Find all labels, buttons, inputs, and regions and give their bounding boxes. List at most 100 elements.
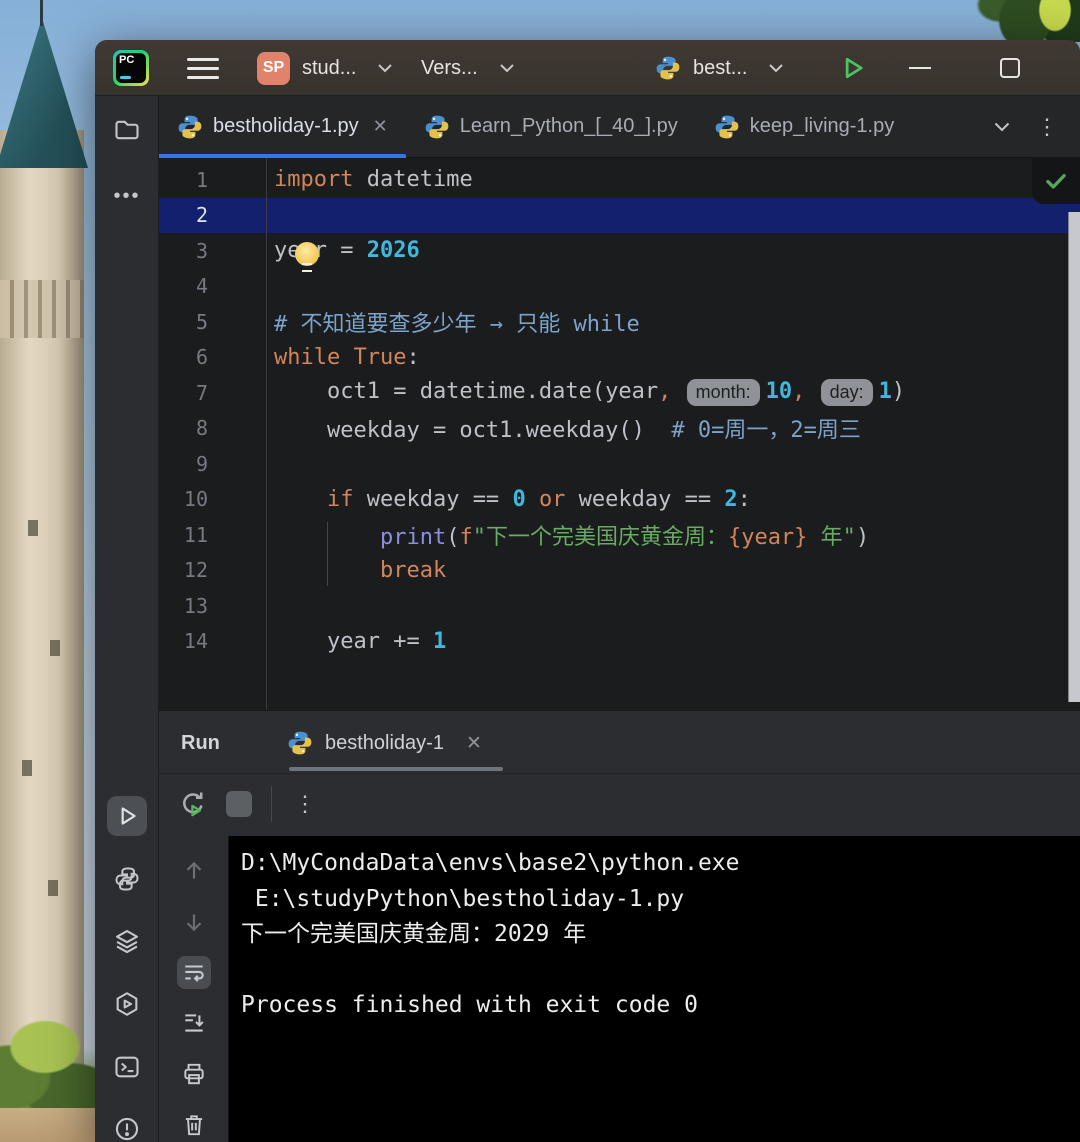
tab-label: keep_living-1.py	[749, 115, 895, 137]
console-region: D:\MyCondaData\envs\base2\python.exe E:\…	[159, 836, 1080, 1142]
code-text[interactable]: print(f"下一个完美国庆黄金周：{year} 年")	[266, 519, 869, 551]
line-number[interactable]: 7	[159, 381, 266, 405]
scroll-up-button[interactable]	[177, 854, 211, 888]
code-line: 9	[159, 446, 1080, 482]
soft-wrap-button[interactable]	[176, 955, 211, 990]
clear-all-button[interactable]	[177, 1108, 211, 1142]
line-number[interactable]: 5	[159, 310, 266, 334]
run-button[interactable]	[823, 40, 883, 96]
code-line: 14 year += 1	[159, 624, 1080, 660]
code-editor[interactable]: 1 import datetime 2 3 year = 2026 4 5 # 不知道要查多少…	[159, 158, 1080, 710]
code-line: 8 weekday = oct1.weekday() # 0=周一，2=周三	[159, 411, 1080, 447]
inspection-widget[interactable]	[1032, 158, 1080, 204]
title-bar: PC SP stud... Vers... best...	[95, 40, 1080, 96]
editor-tab-2[interactable]: keep_living-1.py	[696, 96, 913, 157]
console-output[interactable]: D:\MyCondaData\envs\base2\python.exe E:\…	[229, 836, 1080, 1142]
inlay-hint: day:	[820, 379, 873, 407]
castle-window	[50, 640, 60, 656]
code-text[interactable]: year = 2026	[266, 238, 420, 263]
vcs-selector[interactable]: Vers...	[421, 40, 514, 96]
line-number[interactable]: 6	[159, 345, 266, 369]
intention-bulb-icon[interactable]	[295, 242, 319, 272]
stop-button[interactable]	[223, 788, 255, 820]
python-icon	[177, 114, 203, 140]
vcs-label: Vers...	[421, 56, 478, 79]
line-number[interactable]: 11	[159, 523, 266, 547]
tab-options-kebab-icon[interactable]: ⋮	[1036, 114, 1058, 140]
rerun-button[interactable]	[177, 788, 209, 820]
run-config-name: best...	[693, 56, 748, 79]
line-number[interactable]: 10	[159, 487, 266, 511]
console-line: 下一个完美国庆黄金周：2029 年	[241, 921, 587, 948]
minimize-button[interactable]	[890, 40, 950, 96]
scroll-to-end-button[interactable]	[177, 1006, 211, 1040]
run-tab-indicator	[289, 767, 503, 771]
line-number[interactable]: 9	[159, 452, 266, 476]
chevron-down-icon	[499, 63, 514, 73]
line-number[interactable]: 3	[159, 239, 266, 263]
main-menu-button[interactable]	[187, 40, 219, 96]
castle-window	[22, 760, 32, 776]
code-text[interactable]: year += 1	[266, 629, 446, 654]
python-icon	[714, 114, 740, 140]
code-text[interactable]: weekday = oct1.weekday() # 0=周一，2=周三	[266, 412, 861, 444]
scroll-down-button[interactable]	[177, 905, 211, 939]
code-text[interactable]: # 不知道要查多少年 → 只能 while	[266, 306, 640, 338]
code-text[interactable]: break	[266, 558, 446, 583]
code-token: 0	[512, 486, 526, 512]
sidebar-item-more[interactable]: •••	[107, 176, 147, 216]
code-token: weekday ==	[565, 486, 725, 512]
run-config-selector[interactable]: best...	[655, 40, 784, 96]
code-token: or	[538, 486, 566, 512]
line-number[interactable]: 8	[159, 416, 266, 440]
line-number[interactable]: 4	[159, 274, 266, 298]
run-console-tab[interactable]: bestholiday-1 ✕	[287, 711, 482, 775]
code-token: )	[891, 379, 906, 405]
editor-tab-1[interactable]: Learn_Python_[_40_].py	[406, 96, 696, 157]
inlay-hint: month:	[686, 379, 760, 407]
line-number[interactable]: 13	[159, 594, 266, 618]
editor-column: bestholiday-1.py ✕ Learn_Python_[_40_].py k…	[159, 96, 1080, 1142]
chevron-down-icon	[769, 63, 784, 73]
code-line: 4	[159, 269, 1080, 305]
python-icon	[424, 114, 450, 140]
close-icon[interactable]: ✕	[466, 732, 482, 755]
sidebar-item-run[interactable]	[107, 796, 147, 836]
sidebar-item-terminal[interactable]	[107, 1047, 147, 1087]
code-token: 1	[432, 628, 447, 654]
console-toolbar	[159, 836, 229, 1142]
line-number[interactable]: 2	[159, 203, 266, 227]
console-line: Process finished with exit code 0	[241, 992, 698, 1019]
code-line: 13	[159, 588, 1080, 624]
editor-tab-bar: bestholiday-1.py ✕ Learn_Python_[_40_].py k…	[159, 96, 1080, 158]
run-tab-label: bestholiday-1	[325, 731, 444, 754]
code-token: 2026	[366, 238, 420, 264]
editor-tab-0[interactable]: bestholiday-1.py ✕	[159, 96, 406, 158]
close-icon[interactable]: ✕	[373, 116, 388, 137]
gutter-divider	[266, 158, 267, 710]
line-number[interactable]: 12	[159, 558, 266, 582]
code-text[interactable]: oct1 = datetime.date(year, month: 10, day…	[266, 379, 906, 407]
line-number[interactable]: 14	[159, 629, 266, 653]
code-text[interactable]: if weekday == 0 or weekday == 2:	[266, 487, 751, 512]
editor-tab-list: bestholiday-1.py ✕ Learn_Python_[_40_].py k…	[159, 96, 913, 158]
stop-icon	[226, 791, 252, 817]
sidebar-item-python-packages[interactable]	[107, 859, 147, 899]
run-options-kebab-icon[interactable]: ⋮	[289, 788, 321, 820]
pycharm-logo-icon[interactable]: PC	[113, 50, 149, 86]
sidebar-item-services[interactable]	[107, 984, 147, 1024]
maximize-button[interactable]	[980, 40, 1040, 96]
code-token: True	[353, 344, 407, 370]
tab-list-chevron-icon[interactable]	[994, 122, 1010, 132]
sidebar-item-structure[interactable]	[107, 921, 147, 961]
project-selector[interactable]: SP stud...	[257, 40, 393, 96]
code-line: 10 if weekday == 0 or weekday == 2:	[159, 482, 1080, 518]
line-number[interactable]: 1	[159, 168, 266, 192]
code-text[interactable]: while True:	[266, 345, 420, 370]
editor-scrollbar[interactable]	[1068, 212, 1080, 702]
print-button[interactable]	[177, 1057, 211, 1091]
code-text[interactable]: import datetime	[266, 167, 473, 192]
sidebar-item-problems[interactable]	[107, 1109, 147, 1142]
sidebar-item-project[interactable]	[107, 110, 147, 150]
